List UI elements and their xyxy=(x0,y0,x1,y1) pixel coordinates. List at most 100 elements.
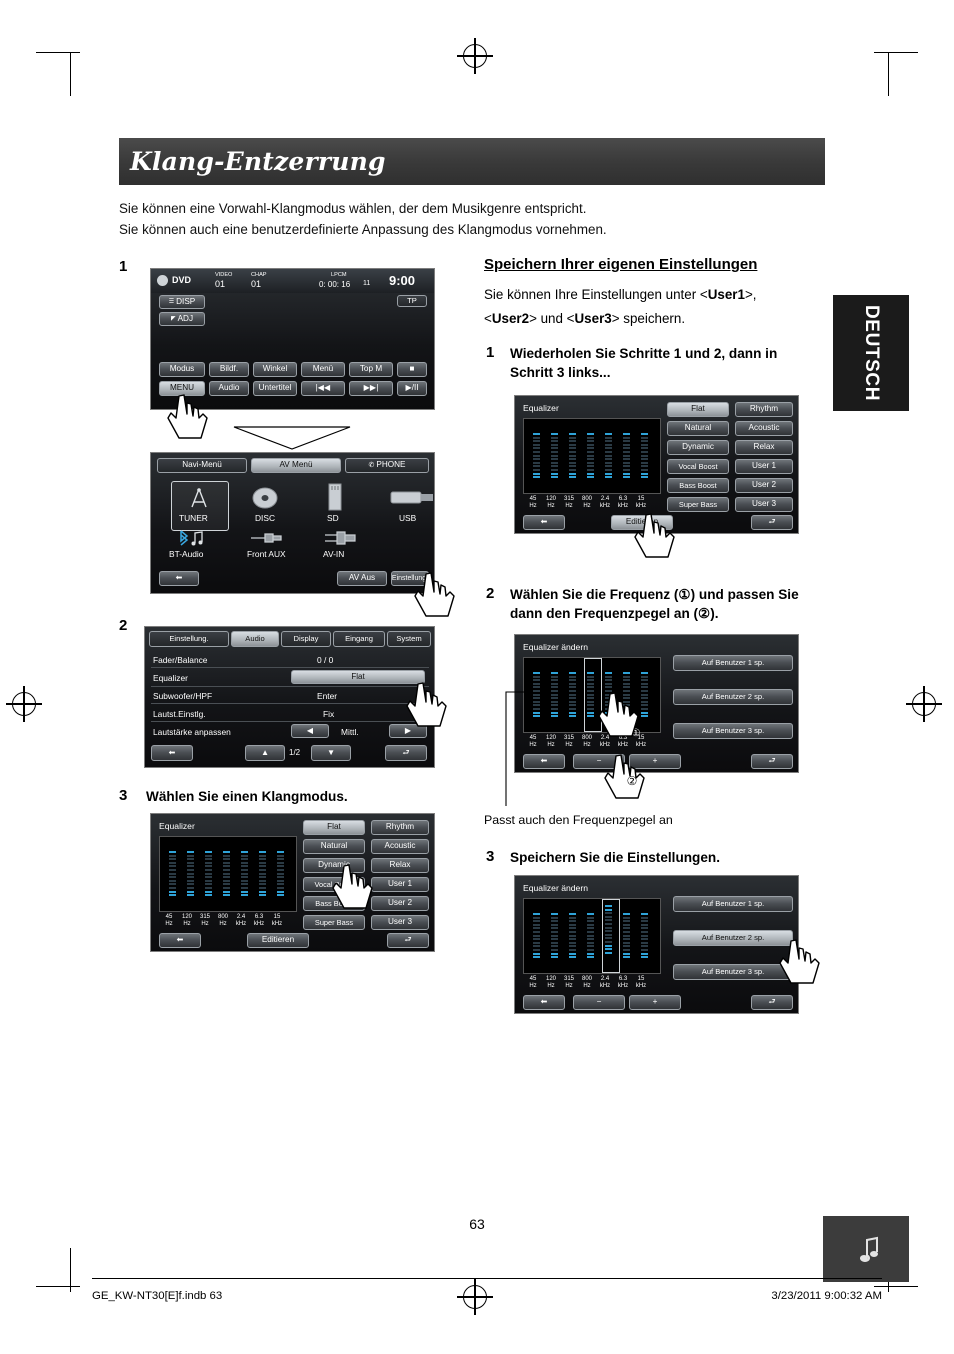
dvd-button-topm[interactable]: Top M xyxy=(349,362,393,377)
eq-edit-exit-button[interactable]: ⮐ xyxy=(751,754,793,769)
dvd-button-audio[interactable]: Audio xyxy=(209,381,249,396)
eq-frequency-label: 2.4 kHz xyxy=(235,914,247,927)
dvd-button-next[interactable]: ▶▶| xyxy=(349,381,393,396)
eq-preset-natural[interactable]: Natural xyxy=(303,839,365,854)
eq-preset-relax[interactable]: Relax xyxy=(371,858,429,873)
av-tab-phone[interactable]: ✆ PHONE xyxy=(345,458,429,473)
dvd-button-prev[interactable]: |◀◀ xyxy=(301,381,345,396)
av-source-usb-label[interactable]: USB xyxy=(399,513,416,523)
eq-preset-super-bass[interactable]: Super Bass xyxy=(303,915,365,930)
eq-save-user3-button[interactable]: Auf Benutzer 3 sp. xyxy=(673,723,793,739)
eq-save-user2-button[interactable]: Auf Benutzer 2 sp. xyxy=(673,689,793,705)
eq-bar[interactable] xyxy=(641,913,648,973)
eq-preset-user1[interactable]: User 1 xyxy=(735,459,793,474)
settings-tab-display[interactable]: Display xyxy=(281,631,331,647)
eq-preset-user3[interactable]: User 3 xyxy=(371,915,429,930)
settings-exit-button[interactable]: ⮐ xyxy=(385,745,427,761)
av-tab-av[interactable]: AV Menü xyxy=(251,458,341,473)
settings-page-up[interactable]: ▲ xyxy=(245,745,285,761)
eq-bar[interactable] xyxy=(623,913,630,973)
dvd-button-stop[interactable]: ■ xyxy=(397,362,427,377)
dvd-elapsed-time: 0: 00: 16 xyxy=(319,280,351,289)
eq-preset-dynamic[interactable]: Dynamic xyxy=(667,440,729,455)
eq-edit-exit-button[interactable]: ⮐ xyxy=(751,995,793,1010)
av-source-disc-label[interactable]: DISC xyxy=(255,513,275,523)
av-source-av-in-label[interactable]: AV-IN xyxy=(323,549,344,559)
settings-tab-einstellung[interactable]: Einstellung. xyxy=(149,631,229,647)
settings-back-button[interactable]: ⬅ xyxy=(151,745,193,761)
eq-exit-button[interactable]: ⮐ xyxy=(387,933,429,948)
dvd-button-modus[interactable]: Modus xyxy=(159,362,205,377)
eq-bar xyxy=(223,851,230,911)
eq-preset-natural[interactable]: Natural xyxy=(667,421,729,436)
eq-level-increase-button[interactable]: + xyxy=(629,995,681,1010)
manual-page: Klang-Entzerrung Sie können eine Vorwahl… xyxy=(0,0,954,1354)
eq-title: Equalizer xyxy=(523,403,559,413)
eq-preset-flat[interactable]: Flat xyxy=(303,820,365,835)
eq-preset-user3[interactable]: User 3 xyxy=(735,497,793,512)
eq-bar xyxy=(623,433,630,493)
eq-bar[interactable] xyxy=(569,913,576,973)
av-tab-navi[interactable]: Navi-Menü xyxy=(157,458,247,473)
eq-edit-button[interactable]: Editieren xyxy=(247,933,309,948)
eq-preset-user1[interactable]: User 1 xyxy=(371,877,429,892)
right-step-1-line-1: Wiederholen Sie Schritte 1 und 2, dann i… xyxy=(510,346,778,361)
eq-bar-selected[interactable] xyxy=(587,672,594,732)
footer-filename: GE_KW-NT30[E]f.indb 63 xyxy=(92,1290,223,1302)
dvd-button-winkel[interactable]: Winkel xyxy=(253,362,297,377)
settings-row-value[interactable]: Fix xyxy=(323,709,334,719)
eq-bar xyxy=(205,851,212,911)
settings-page-down[interactable]: ▼ xyxy=(311,745,351,761)
settings-tab-system[interactable]: System xyxy=(387,631,431,647)
eq-preset-acoustic[interactable]: Acoustic xyxy=(735,421,793,436)
eq-bar[interactable] xyxy=(587,913,594,973)
eq-exit-button[interactable]: ⮐ xyxy=(751,515,793,530)
settings-equalizer-value[interactable]: Flat xyxy=(291,670,425,684)
eq-bar[interactable] xyxy=(569,672,576,732)
eq-bar[interactable] xyxy=(533,672,540,732)
settings-volume-decrease[interactable]: ◀ xyxy=(291,724,329,738)
intro-line-2: Sie können auch eine benutzerdefinierte … xyxy=(119,222,607,237)
av-off-button[interactable]: AV Aus xyxy=(337,571,387,586)
eq-bar[interactable] xyxy=(551,913,558,973)
eq-preset-user2[interactable]: User 2 xyxy=(735,478,793,493)
av-source-sd-label[interactable]: SD xyxy=(327,513,339,523)
eq-save-user1-button[interactable]: Auf Benutzer 1 sp. xyxy=(673,655,793,671)
dvd-adj-button[interactable]: ◤ ADJ xyxy=(159,312,205,326)
eq-bar xyxy=(169,851,176,911)
eq-bar[interactable] xyxy=(551,672,558,732)
eq-level-decrease-button[interactable]: − xyxy=(573,995,625,1010)
settings-tab-audio[interactable]: Audio xyxy=(231,631,279,647)
eq-bar xyxy=(587,433,594,493)
av-source-front-aux-label[interactable]: Front AUX xyxy=(247,549,286,559)
settings-row-label: Lautst.Einstlg. xyxy=(153,709,206,719)
settings-tab-eingang[interactable]: Eingang xyxy=(333,631,385,647)
eq-bar-selected[interactable] xyxy=(605,905,612,973)
eq-bar xyxy=(187,851,194,911)
eq-save-user3-button[interactable]: Auf Benutzer 3 sp. xyxy=(673,964,793,980)
eq-save-user1-button[interactable]: Auf Benutzer 1 sp. xyxy=(673,896,793,912)
eq-preset-bass-boost[interactable]: Bass Boost xyxy=(667,478,729,493)
eq-bar[interactable] xyxy=(533,913,540,973)
eq-edit-back-button[interactable]: ⬅ xyxy=(523,995,565,1010)
av-back-button[interactable]: ⬅ xyxy=(159,571,199,586)
eq-preset-vocal-boost[interactable]: Vocal Boost xyxy=(667,459,729,474)
settings-row-value[interactable]: 0 / 0 xyxy=(317,655,333,665)
eq-preset-rhythm[interactable]: Rhythm xyxy=(371,820,429,835)
eq-preset-super-bass[interactable]: Super Bass xyxy=(667,497,729,512)
eq-preset-user2[interactable]: User 2 xyxy=(371,896,429,911)
dvd-button-untertitel[interactable]: Untertitel xyxy=(253,381,297,396)
settings-row-value[interactable]: Enter xyxy=(317,691,337,701)
dvd-button-playpause[interactable]: ▶/II xyxy=(397,381,427,396)
eq-preset-relax[interactable]: Relax xyxy=(735,440,793,455)
av-source-bt-audio-label[interactable]: BT-Audio xyxy=(169,549,203,559)
eq-preset-acoustic[interactable]: Acoustic xyxy=(371,839,429,854)
dvd-disp-button[interactable]: ☰ DISP xyxy=(159,295,205,309)
eq-preset-rhythm[interactable]: Rhythm xyxy=(735,402,793,417)
eq-preset-flat[interactable]: Flat xyxy=(667,402,729,417)
dvd-button-menu[interactable]: Menü xyxy=(301,362,345,377)
eq-back-button[interactable]: ⬅ xyxy=(159,933,201,948)
eq-back-button[interactable]: ⬅ xyxy=(523,515,565,530)
eq-save-user2-button[interactable]: Auf Benutzer 2 sp. xyxy=(673,930,793,946)
dvd-button-bildf[interactable]: Bildf. xyxy=(209,362,249,377)
